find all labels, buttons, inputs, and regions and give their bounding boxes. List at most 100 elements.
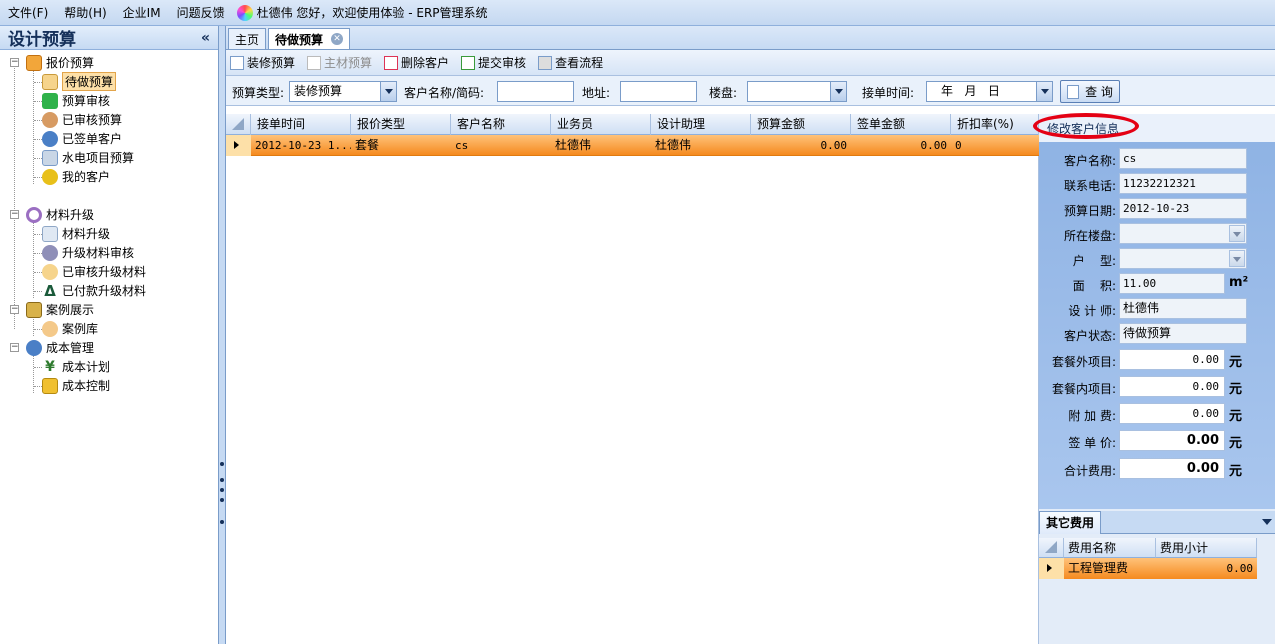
tree-item-reviewed-upgrade[interactable]: 已审核升级材料	[42, 262, 146, 281]
field-value[interactable]: cs	[1119, 148, 1247, 169]
budget-type-select[interactable]: 装修预算	[289, 81, 397, 102]
unit-label: 元	[1229, 382, 1243, 397]
main-material-budget-button[interactable]: 主材预算	[307, 54, 372, 71]
building-select[interactable]	[1119, 223, 1247, 244]
field-additional-fee: 附 加 费: 0.00 元	[1039, 403, 1275, 425]
column-header[interactable]: 设计助理	[651, 114, 751, 135]
field-value[interactable]: 0.00	[1119, 458, 1225, 479]
tree-group-cost[interactable]: 成本管理	[26, 338, 94, 357]
order-time-label: 接单时间:	[862, 86, 915, 100]
cell-customer-name: cs	[455, 139, 469, 152]
tab-pending-budget[interactable]: 待做预算 ✕	[268, 28, 351, 49]
tree-item-label: 成本控制	[62, 379, 111, 393]
button-label: 装修预算	[247, 56, 296, 70]
button-label: 查 询	[1085, 85, 1113, 99]
building-select[interactable]	[747, 81, 847, 102]
address-input[interactable]	[620, 81, 697, 102]
tree-item-upgrade-review[interactable]: 升级材料审核	[42, 243, 134, 262]
submit-icon	[461, 55, 476, 70]
expand-icon[interactable]: −	[10, 343, 19, 352]
tab-other-fees[interactable]: 其它费用	[1039, 511, 1102, 534]
tree-item-cost-plan[interactable]: ¥ 成本计划	[42, 357, 110, 376]
tree-item-cost-control[interactable]: 成本控制	[42, 376, 110, 395]
money-icon	[42, 130, 58, 147]
tree-item-my-customers[interactable]: 我的客户	[42, 167, 110, 186]
document-icon	[26, 54, 42, 71]
column-header[interactable]: 报价类型	[351, 114, 451, 135]
tree-item-material-upgrade[interactable]: 材料升级	[42, 224, 110, 243]
tree-item-paid-upgrade[interactable]: Δ 已付款升级材料	[42, 281, 146, 300]
field-value[interactable]: 0.00	[1119, 403, 1225, 424]
menu-file[interactable]: 文件(F)	[0, 4, 56, 21]
field-value[interactable]: 0.00	[1119, 430, 1225, 451]
tree-item-signed-customer[interactable]: 已签单客户	[42, 129, 122, 148]
cell-order-time: 2012-10-23 1...	[255, 139, 351, 152]
chevron-down-icon[interactable]	[1229, 250, 1245, 267]
smiley-icon	[42, 168, 58, 185]
panel-splitter[interactable]	[219, 26, 226, 644]
expand-icon[interactable]: −	[10, 58, 19, 67]
collapse-icon[interactable]: «	[201, 30, 210, 46]
close-icon[interactable]: ✕	[331, 33, 344, 45]
tree-group-quote[interactable]: 报价预算	[26, 53, 94, 72]
column-header[interactable]: 预算金额	[751, 114, 851, 135]
chevron-down-icon[interactable]	[1036, 82, 1052, 101]
customer-grid: 接单时间 报价类型 客户名称 业务员 设计助理 预算金额 签单金额 折扣率(%)…	[226, 114, 1039, 644]
field-label: 套餐内项目:	[1051, 382, 1116, 396]
tree-item-case-library[interactable]: 案例库	[42, 319, 98, 338]
tree-item-label: 已审核预算	[62, 113, 123, 127]
field-budget-date: 预算日期: 2012-10-23	[1039, 198, 1275, 220]
column-header[interactable]: 签单金额	[851, 114, 951, 135]
tree-item-reviewed-budget[interactable]: 已审核预算	[42, 110, 122, 129]
button-label: 主材预算	[324, 56, 373, 70]
field-value[interactable]: 11232212321	[1119, 173, 1247, 194]
chevron-down-icon[interactable]	[380, 82, 396, 101]
field-value[interactable]: 0.00	[1119, 349, 1225, 370]
column-header[interactable]: 客户名称	[451, 114, 551, 135]
expand-icon[interactable]: −	[10, 210, 19, 219]
menu-im[interactable]: 企业IM	[115, 4, 169, 21]
cell-fee-name: 工程管理费	[1068, 561, 1129, 575]
edit-customer-info-link[interactable]: 修改客户信息	[1033, 113, 1275, 142]
detail-form: 客户名称: cs 联系电话: 11232212321 预算日期: 2012-10-23…	[1039, 142, 1275, 509]
field-value[interactable]: 待做预算	[1119, 323, 1247, 344]
decoration-budget-button[interactable]: 装修预算	[230, 54, 295, 71]
power-icon	[42, 320, 58, 337]
field-value[interactable]: 2012-10-23	[1119, 198, 1247, 219]
tree-group-material[interactable]: 材料升级	[26, 205, 94, 224]
delete-customer-button[interactable]: 删除客户	[384, 54, 449, 71]
column-header[interactable]: 费用名称	[1064, 538, 1156, 558]
chevron-down-icon[interactable]	[1262, 519, 1272, 525]
handshake-icon	[42, 111, 58, 128]
order-time-picker[interactable]: 年 月 日	[926, 81, 1053, 102]
menu-help[interactable]: 帮助(H)	[56, 4, 114, 21]
chevron-down-icon[interactable]	[1229, 225, 1245, 242]
picture-icon	[26, 301, 42, 318]
menu-feedback[interactable]: 问题反馈	[169, 4, 233, 21]
button-label: 提交审核	[478, 56, 527, 70]
expand-icon[interactable]: −	[10, 305, 19, 314]
tree-item-budget-review[interactable]: 预算审核	[42, 91, 110, 110]
column-header[interactable]: 折扣率(%)	[951, 114, 1039, 135]
table-row[interactable]: 工程管理费 0.00	[1039, 558, 1257, 579]
button-label: 删除客户	[401, 56, 450, 70]
select-all-corner[interactable]	[1039, 538, 1064, 558]
column-header[interactable]: 接单时间	[251, 114, 351, 135]
house-type-select[interactable]	[1119, 248, 1247, 269]
select-all-corner[interactable]	[226, 114, 251, 135]
customer-name-input[interactable]	[497, 81, 574, 102]
query-button[interactable]: 查 询	[1060, 80, 1120, 103]
column-header[interactable]: 费用小计	[1156, 538, 1257, 558]
view-flow-button[interactable]: 查看流程	[538, 54, 603, 71]
chevron-down-icon[interactable]	[830, 82, 846, 101]
field-value[interactable]: 杜德伟	[1119, 298, 1247, 319]
submit-review-button[interactable]: 提交审核	[461, 54, 526, 71]
tab-home[interactable]: 主页	[228, 28, 267, 49]
column-header[interactable]: 业务员	[551, 114, 651, 135]
table-row[interactable]: 2012-10-23 1... 套餐 cs 杜德伟 杜德伟 0.00 0.00 …	[226, 135, 1039, 156]
tree-group-cases[interactable]: 案例展示	[26, 300, 94, 319]
tree-item-utility-budget[interactable]: 水电项目预算	[42, 148, 134, 167]
tree-item-pending-budget[interactable]: 待做预算	[42, 72, 117, 91]
field-value[interactable]: 11.00	[1119, 273, 1225, 294]
field-value[interactable]: 0.00	[1119, 376, 1225, 397]
